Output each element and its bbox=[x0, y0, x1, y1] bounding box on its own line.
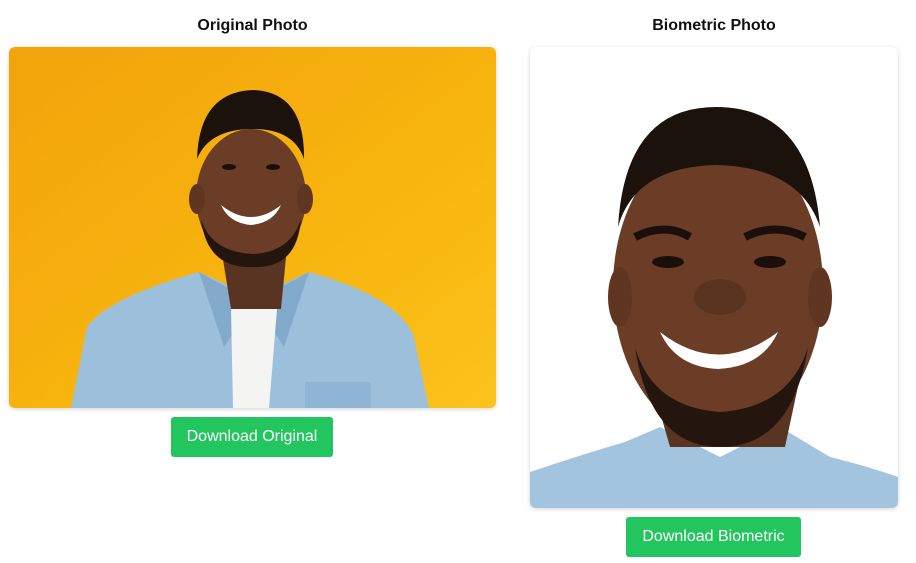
download-biometric-button[interactable]: Download Biometric bbox=[626, 517, 801, 557]
photo-comparison: Original Photo Download Original Biometr… bbox=[0, 0, 916, 563]
biometric-photo bbox=[530, 47, 898, 508]
original-photo bbox=[9, 47, 496, 408]
download-original-button[interactable]: Download Original bbox=[171, 417, 333, 457]
original-photo-title: Original Photo bbox=[197, 17, 308, 34]
biometric-photo-title: Biometric Photo bbox=[652, 17, 776, 34]
